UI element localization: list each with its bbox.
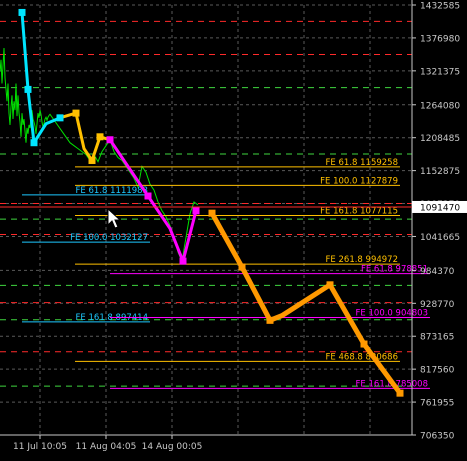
y-tick-label: 928770	[420, 300, 455, 310]
zigzag-marker	[179, 257, 187, 265]
fib-level-label: FE 261.8 994972	[326, 255, 398, 265]
zigzag-marker	[238, 263, 246, 271]
y-tick-label: 1321375	[420, 67, 460, 77]
fib-level-label: FE 161.8 1077115	[320, 206, 398, 216]
fib-level-label: FE 61.8 1111983	[76, 186, 148, 196]
y-tick-label: 1041665	[420, 233, 460, 243]
fib-level-label: FE 61.8 978851	[361, 265, 428, 275]
fib-level-label: FE 61.8 1159258	[326, 158, 398, 168]
zigzag-marker	[192, 207, 200, 215]
zigzag-marker	[56, 114, 64, 122]
zigzag-marker	[208, 209, 216, 217]
y-tick-label: 873165	[420, 333, 454, 343]
y-tick-label: 817560	[420, 366, 455, 376]
fib-level-label: FE 100.0 1127879	[320, 176, 398, 186]
zigzag-marker	[72, 109, 80, 117]
current-price-label: 1091470	[420, 203, 460, 213]
y-tick-label: 1376980	[420, 34, 460, 44]
y-tick-label: 1152875	[420, 167, 460, 177]
chart-canvas[interactable]: FE 61.8 1159258 FE 100.0 1127879 FE 61.8 1…	[0, 0, 467, 457]
zigzag-marker	[96, 133, 104, 141]
zigzag-marker	[326, 281, 334, 289]
zigzag-marker	[144, 192, 152, 200]
zigzag-marker	[88, 156, 96, 164]
fib-level-label: FE 100.0 1032127	[70, 233, 148, 243]
y-tick-label: 706350	[420, 432, 455, 442]
y-tick-label: 1208485	[420, 134, 460, 144]
zigzag-marker	[396, 389, 404, 397]
y-tick-label: 1264080	[420, 101, 460, 111]
fib-level-label: FE 100.0 904803	[356, 308, 428, 318]
x-tick-label: 14 Aug 00:05	[142, 442, 203, 452]
y-tick-label: 761955	[420, 399, 454, 409]
zigzag-marker	[106, 136, 114, 144]
forex-chart[interactable]: FE 61.8 1159258 FE 100.0 1127879 FE 61.8 1…	[0, 0, 467, 457]
y-tick-label: 984370	[420, 267, 455, 277]
zigzag-marker	[266, 316, 274, 324]
zigzag-marker	[18, 8, 26, 16]
zigzag-marker	[360, 340, 368, 348]
zigzag-marker	[24, 85, 32, 93]
zigzag-marker	[30, 139, 38, 147]
fib-level-label: FE 468.8 830686	[326, 352, 398, 362]
x-tick-label: 11 Jul 10:05	[13, 442, 67, 452]
y-tick-label: 1432585	[420, 2, 460, 12]
x-tick-label: 11 Aug 04:05	[76, 442, 137, 452]
